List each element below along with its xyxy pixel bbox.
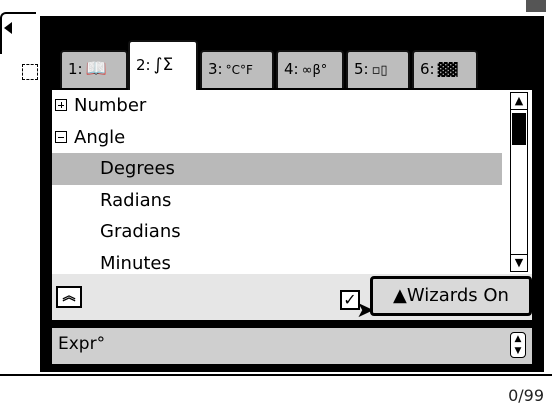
tab-5[interactable]: 5: ▫▯ — [346, 50, 410, 88]
up-down-spinner-icon[interactable]: ▲ ▼ — [510, 332, 526, 358]
scroll-thumb[interactable] — [512, 113, 526, 145]
tab-2[interactable]: 2: ∫Σ — [128, 40, 198, 90]
double-chevron-up-icon[interactable]: ︽ — [56, 286, 82, 308]
tab-3-number: 3: — [208, 60, 223, 78]
cursor-marker-icon — [22, 64, 38, 80]
scroll-down-icon[interactable]: ▼ — [511, 254, 527, 271]
list-item-minutes[interactable]: Minutes — [52, 248, 532, 275]
tab-1-number: 1: — [68, 60, 83, 78]
integral-sigma-icon: ∫Σ — [153, 55, 174, 75]
list-item-number[interactable]: Number — [52, 90, 532, 122]
catalog-tabbar: 1: 📖 2: ∫Σ 3: °C°F 4: ∞β° 5: ▫▯ 6: ▓▓ — [46, 32, 538, 90]
library-icon: ▓▓ — [437, 63, 458, 78]
tab-2-number: 2: — [136, 56, 151, 74]
unit-conversion-icon: °C°F — [225, 63, 253, 77]
catalog-panel: 1: 📖 2: ∫Σ 3: °C°F 4: ∞β° 5: ▫▯ 6: ▓▓ Number A… — [40, 16, 544, 372]
expression-row: Expr° ▲ ▼ — [52, 328, 532, 364]
tab-6[interactable]: 6: ▓▓ — [412, 50, 478, 88]
collapse-minus-icon[interactable] — [55, 130, 67, 143]
infinity-beta-icon: ∞β° — [301, 63, 328, 78]
list-item-degrees[interactable]: Degrees — [52, 153, 502, 185]
list-item-label: Gradians — [100, 221, 181, 242]
character-counter: 0/99 — [508, 386, 544, 405]
tab-4[interactable]: 4: ∞β° — [276, 50, 344, 88]
list-item-label: Minutes — [100, 252, 171, 274]
templates-icon: ▫▯ — [371, 63, 388, 78]
list-item-radians[interactable]: Radians — [52, 185, 532, 217]
list-item-label: Degrees — [100, 158, 175, 179]
tab-5-number: 5: — [354, 60, 369, 78]
list-item-label: Number — [74, 95, 147, 116]
catalog-list: Number Angle Degrees Radians Gradians Mi… — [52, 90, 532, 274]
list-scrollbar[interactable]: ▲ ▼ — [510, 92, 528, 272]
book-icon: 📖 — [85, 59, 107, 79]
list-item-angle[interactable]: Angle — [52, 122, 532, 154]
expression-label: Expr° — [58, 334, 106, 354]
wizards-on-button[interactable]: ▲Wizards On — [370, 276, 532, 316]
tab-6-number: 6: — [420, 60, 435, 78]
tab-4-number: 4: — [284, 60, 299, 78]
list-item-label: Angle — [74, 126, 126, 148]
battery-icon — [526, 0, 546, 12]
list-item-label: Radians — [100, 189, 172, 211]
wizard-controls: ︽ ✓ ➤ ▲Wizards On — [52, 274, 532, 322]
status-bar: 0/99 — [0, 374, 552, 417]
list-item-gradians[interactable]: Gradians — [52, 216, 532, 248]
checkmark-icon: ✓ — [343, 290, 357, 309]
expand-plus-icon[interactable] — [55, 99, 67, 111]
tab-3[interactable]: 3: °C°F — [200, 50, 274, 88]
tab-1[interactable]: 1: 📖 — [60, 50, 128, 88]
scroll-up-icon[interactable]: ▲ — [511, 93, 527, 110]
left-arrow-icon[interactable] — [4, 22, 12, 34]
